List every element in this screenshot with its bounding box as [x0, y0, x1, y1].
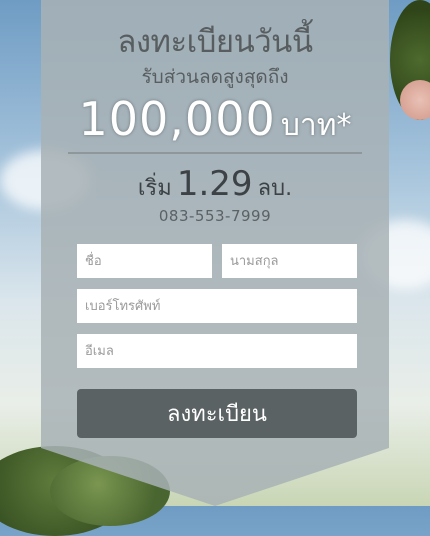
registration-panel: ลงทะเบียนวันนี้ รับส่วนลดสูงสุดถึง 100,0… [41, 0, 389, 506]
divider [68, 152, 362, 154]
contact-phone: 083-553-7999 [158, 207, 272, 225]
start-price: เริ่ม 1.29 ลบ. [41, 164, 389, 205]
promo-subtitle: รับส่วนลดสูงสุดถึง [141, 66, 289, 88]
email-input[interactable] [77, 334, 357, 368]
promo-title: ลงทะเบียนวันนี้ [117, 24, 313, 60]
last-name-input[interactable] [222, 244, 357, 278]
background-flowers [400, 80, 430, 120]
start-price-label: เริ่ม [137, 176, 172, 201]
first-name-input[interactable] [77, 244, 212, 278]
phone-input[interactable] [77, 289, 357, 323]
discount-value: 100,000 [78, 92, 276, 146]
start-price-unit: ลบ. [257, 176, 293, 201]
register-button[interactable]: ลงทะเบียน [77, 389, 357, 438]
discount-amount: 100,000 บาท* [41, 92, 389, 149]
start-price-value: 1.29 [176, 164, 253, 204]
discount-unit: บาท* [280, 108, 352, 143]
